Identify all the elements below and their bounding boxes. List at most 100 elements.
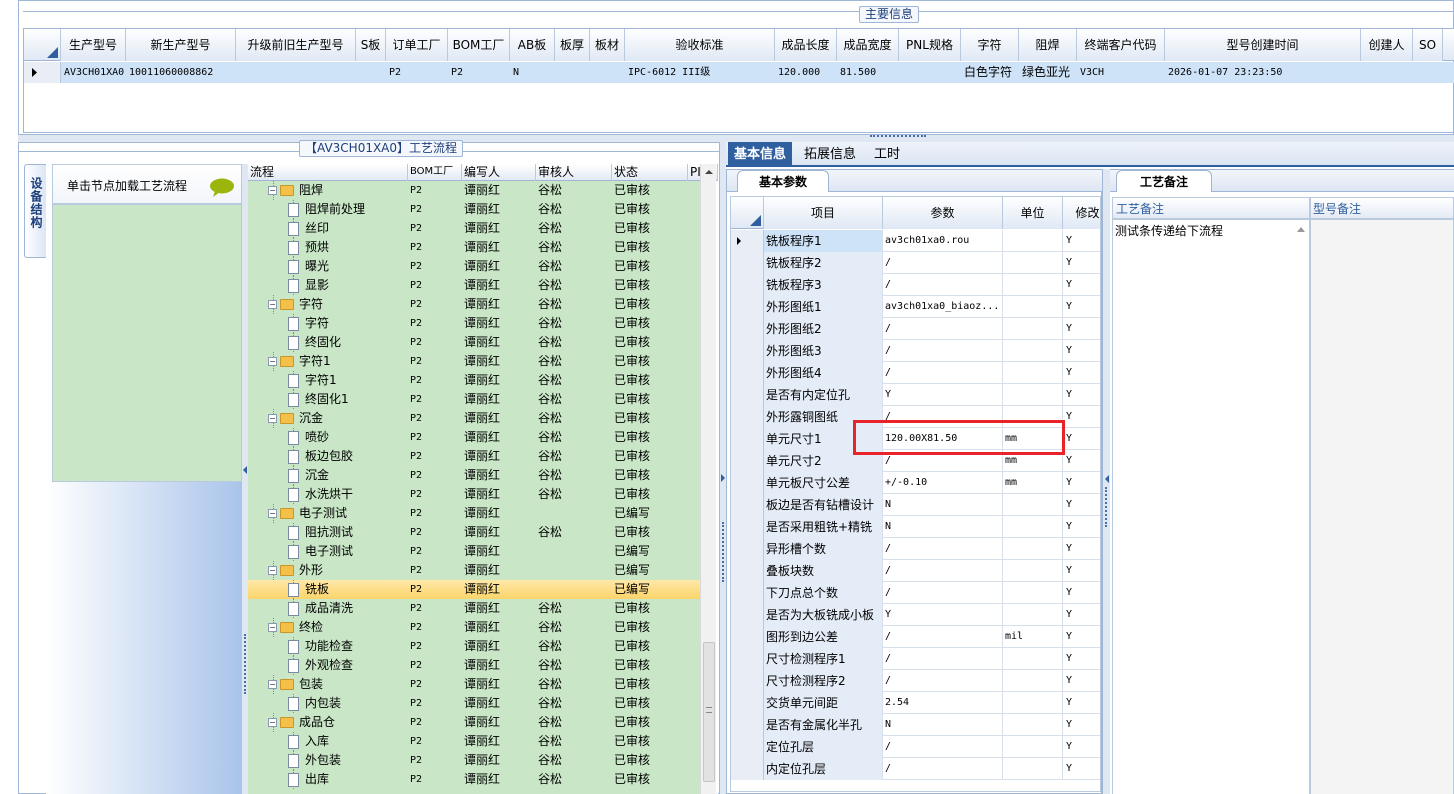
param-value[interactable]: / <box>883 626 1003 648</box>
params-corner[interactable] <box>731 197 764 229</box>
param-row[interactable]: 交货单元间距 2.54 Y <box>731 692 1100 714</box>
param-value[interactable]: Y <box>883 604 1003 626</box>
params-col-unit[interactable]: 单位 <box>1003 197 1063 229</box>
param-modify[interactable]: Y <box>1063 670 1100 692</box>
row-indicator[interactable] <box>731 648 764 670</box>
flow-row[interactable]: 成品清洗 P2 谭丽红 谷松 已审核 <box>248 599 700 618</box>
param-value[interactable]: / <box>883 758 1003 780</box>
cell-silkscreen[interactable]: 白色字符 <box>964 62 1019 83</box>
param-modify[interactable]: Y <box>1063 604 1100 626</box>
flow-node[interactable]: 成品清洗 <box>288 599 408 618</box>
flow-node[interactable]: 预烘 <box>288 238 408 257</box>
col-width[interactable]: 成品宽度 <box>837 29 899 61</box>
col-order-factory[interactable]: 订单工厂 <box>386 29 448 61</box>
cell-ab-board[interactable]: N <box>513 62 555 83</box>
param-row[interactable]: 异形槽个数 / Y <box>731 538 1100 560</box>
remark-scroll-up-icon[interactable] <box>1295 223 1307 237</box>
param-modify[interactable]: Y <box>1063 560 1100 582</box>
param-unit[interactable] <box>1003 340 1063 362</box>
col-acceptance-std[interactable]: 验收标准 <box>625 29 775 61</box>
flow-col-writer[interactable]: 编写人 <box>462 164 536 181</box>
param-unit[interactable] <box>1003 714 1063 736</box>
row-indicator[interactable] <box>731 450 764 472</box>
row-indicator[interactable] <box>731 604 764 626</box>
param-row[interactable]: 外形图纸2/ Y <box>731 318 1100 340</box>
params-col-item[interactable]: 项目 <box>764 197 883 229</box>
flow-row[interactable]: − 字符1 P2 谭丽红 谷松 已审核 <box>248 352 700 371</box>
row-indicator[interactable] <box>731 560 764 582</box>
flow-node[interactable]: 字符1 <box>288 371 408 390</box>
param-modify[interactable]: Y <box>1063 626 1100 648</box>
param-row[interactable]: 是否采用粗铣+精铣 N Y <box>731 516 1100 538</box>
row-indicator[interactable] <box>731 472 764 494</box>
flow-row[interactable]: − 包装 P2 谭丽红 谷松 已审核 <box>248 675 700 694</box>
param-value[interactable]: N <box>883 714 1003 736</box>
param-row[interactable]: 单元尺寸1 120.00X81.50 mm Y <box>731 420 1100 455</box>
col-prod-model[interactable]: 生产型号 <box>61 29 126 61</box>
flow-row[interactable]: 水洗烘干 P2 谭丽红 谷松 已审核 <box>248 485 700 504</box>
col-length[interactable]: 成品长度 <box>775 29 837 61</box>
tab-basic-info[interactable]: 基本信息 <box>728 142 793 167</box>
param-value[interactable]: +/-0.10 <box>883 472 1003 494</box>
flow-row[interactable]: 铣板 P2 谭丽红 已编写 <box>248 580 700 599</box>
flow-node[interactable]: 字符 <box>288 314 408 333</box>
flow-node[interactable]: 内包装 <box>288 694 408 713</box>
flow-row[interactable]: − 字符 P2 谭丽红 谷松 已审核 <box>248 295 700 314</box>
flow-row[interactable]: − 终检 P2 谭丽红 谷松 已审核 <box>248 618 700 637</box>
param-row[interactable]: 是否为大板铣成小板 Y Y <box>731 604 1100 626</box>
flow-row[interactable]: 字符 P2 谭丽红 谷松 已审核 <box>248 314 700 333</box>
param-modify[interactable]: Y <box>1063 736 1100 758</box>
param-unit[interactable] <box>1003 560 1063 582</box>
flow-node[interactable]: 喷砂 <box>288 428 408 447</box>
collapse-toggle-icon[interactable]: − <box>268 718 277 727</box>
flow-node[interactable]: − 终检 <box>268 618 408 637</box>
process-remark-textarea[interactable]: 测试条传递给下流程 <box>1112 219 1310 794</box>
param-row[interactable]: 外形图纸4/ Y <box>731 362 1100 384</box>
param-row[interactable]: 尺寸检测程序1/ Y <box>731 648 1100 670</box>
flow-node[interactable]: 阻抗测试 <box>288 523 408 542</box>
param-modify[interactable]: Y <box>1063 274 1100 296</box>
param-value[interactable]: N <box>883 516 1003 538</box>
flow-node[interactable]: 电子测试 <box>288 542 408 561</box>
flow-row[interactable]: − 阻焊 P2 谭丽红 谷松 已审核 <box>248 181 700 200</box>
row-indicator[interactable] <box>731 274 764 296</box>
flow-node[interactable]: 终固化 <box>288 333 408 352</box>
row-indicator[interactable] <box>731 362 764 384</box>
flow-row[interactable]: 电子测试 P2 谭丽红 已编写 <box>248 542 700 561</box>
param-modify[interactable]: Y <box>1063 648 1100 670</box>
col-customer-code[interactable]: 终端客户代码 <box>1077 29 1165 61</box>
subtab-basic-params[interactable]: 基本参数 <box>737 170 829 192</box>
params-col-modify[interactable]: 修改 <box>1063 197 1100 229</box>
param-row[interactable]: 外形露铜图纸 / Y <box>731 406 1100 428</box>
col-old-prod-model[interactable]: 升级前旧生产型号 <box>236 29 356 61</box>
param-row[interactable]: 铣板程序3/ Y <box>731 274 1100 296</box>
col-silkscreen[interactable]: 字符 <box>961 29 1019 61</box>
cell-prod-model[interactable]: AV3CH01XA0 <box>64 62 126 83</box>
params-col-value[interactable]: 参数 <box>883 197 1003 229</box>
flow-node[interactable]: 沉金 <box>288 466 408 485</box>
param-modify[interactable]: Y <box>1063 252 1100 274</box>
param-modify[interactable]: Y <box>1063 384 1100 406</box>
param-row[interactable]: 板边是否有钻槽设计 N Y <box>731 494 1100 516</box>
param-value[interactable]: 2.54 <box>883 692 1003 714</box>
flow-row[interactable]: 出库 P2 谭丽红 谷松 已审核 <box>248 770 700 789</box>
param-unit[interactable] <box>1003 274 1063 296</box>
param-unit[interactable] <box>1003 670 1063 692</box>
param-unit[interactable]: mm <box>1003 450 1063 472</box>
flow-scrollbar[interactable] <box>700 164 716 794</box>
param-unit[interactable] <box>1003 648 1063 670</box>
param-value[interactable]: / <box>883 538 1003 560</box>
row-indicator[interactable] <box>731 428 764 450</box>
flow-node[interactable]: − 沉金 <box>268 409 408 428</box>
flow-row[interactable]: 外包装 P2 谭丽红 谷松 已审核 <box>248 751 700 770</box>
flow-node[interactable]: 功能检查 <box>288 637 408 656</box>
collapse-toggle-icon[interactable]: − <box>268 414 277 423</box>
cell-width[interactable]: 81.500 <box>840 62 899 83</box>
param-value[interactable]: av3ch01xa0.rou <box>883 230 1003 252</box>
row-indicator[interactable] <box>731 758 764 780</box>
param-unit[interactable]: mil <box>1003 626 1063 648</box>
flow-row[interactable]: 内包装 P2 谭丽红 谷松 已审核 <box>248 694 700 713</box>
tab-work-hours[interactable]: 工时 <box>868 142 906 167</box>
param-value[interactable]: / <box>883 406 1003 428</box>
param-modify[interactable]: Y <box>1063 714 1100 736</box>
